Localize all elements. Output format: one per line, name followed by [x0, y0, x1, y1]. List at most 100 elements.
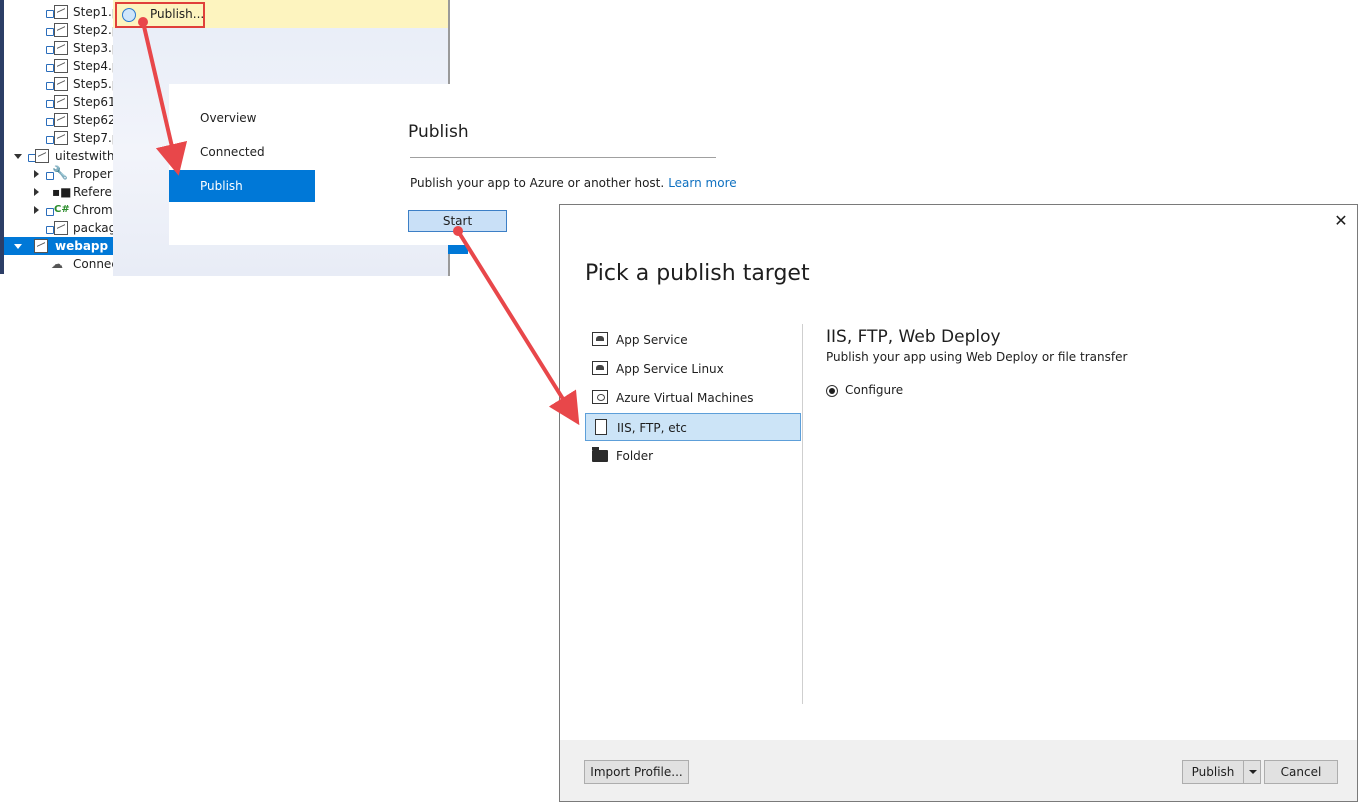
target-azure-vm[interactable]: Azure Virtual Machines	[585, 384, 801, 412]
expanded-arrow-icon[interactable]	[14, 244, 22, 249]
target-label: App Service	[616, 333, 688, 347]
tree-item-label: uitestwiths	[55, 149, 116, 163]
tree-item-step2[interactable]: Step2.p	[44, 21, 114, 39]
tree-item-step62[interactable]: Step62.p	[44, 111, 114, 129]
publish-menu-item[interactable]: Publish...	[115, 2, 205, 28]
lock-icon	[46, 226, 54, 234]
lock-icon	[46, 136, 54, 144]
tree-item-step61[interactable]: Step61.p	[44, 93, 114, 111]
tree-item-label: Step5.p	[73, 77, 114, 91]
lock-icon	[46, 64, 54, 72]
publish-target-dialog: ✕ Pick a publish target App Service App …	[559, 204, 1358, 802]
cloud-icon: ☁	[51, 257, 63, 271]
title-divider	[410, 157, 716, 158]
tree-item-label: Step3.p	[73, 41, 114, 55]
globe-icon	[122, 8, 136, 22]
tree-item-label: Referen	[73, 185, 116, 199]
project-icon	[35, 149, 49, 163]
import-profile-button[interactable]: Import Profile...	[584, 760, 689, 784]
collapsed-arrow-icon[interactable]	[34, 206, 39, 214]
learn-more-link[interactable]: Learn more	[668, 176, 736, 190]
publish-description: Publish your app to Azure or another hos…	[410, 176, 737, 190]
target-label: Folder	[616, 449, 654, 463]
target-label: Azure Virtual Machines	[616, 391, 754, 405]
tree-item-label: Step1.p	[73, 5, 114, 19]
tree-item-step7[interactable]: Step7.p	[44, 129, 114, 147]
detail-subtitle: Publish your app using Web Deploy or fil…	[826, 350, 1128, 364]
lock-icon	[46, 28, 54, 36]
tree-item-label: Step62.p	[73, 113, 114, 127]
tree-item-label: Step7.p	[73, 131, 114, 145]
start-button[interactable]: Start	[408, 210, 507, 232]
tree-item-uitest-project[interactable]: uitestwiths	[12, 147, 116, 165]
app-service-icon	[592, 332, 608, 346]
publish-description-text: Publish your app to Azure or another hos…	[410, 176, 665, 190]
collapsed-arrow-icon[interactable]	[34, 188, 39, 196]
web-project-icon	[34, 239, 48, 253]
chart-file-icon	[54, 113, 68, 127]
tree-item-label: Connec	[73, 257, 116, 271]
tree-item-label: webapp	[55, 239, 109, 253]
chart-file-icon	[54, 41, 68, 55]
tree-item-webapp[interactable]: webapp	[4, 237, 117, 255]
close-icon[interactable]: ✕	[1333, 213, 1349, 229]
target-label: App Service Linux	[616, 362, 724, 376]
virtual-machine-icon	[592, 390, 608, 404]
file-icon	[595, 419, 607, 435]
tree-item-packages[interactable]: package	[44, 219, 116, 237]
expanded-arrow-icon[interactable]	[14, 154, 22, 159]
publish-button[interactable]: Publish	[1182, 760, 1244, 784]
config-file-icon	[54, 221, 68, 235]
tree-item-references[interactable]: ▪■ Referen	[32, 183, 116, 201]
tree-item-label: package	[73, 221, 116, 235]
tree-item-properties[interactable]: 🔧 Propert	[32, 165, 116, 183]
tree-item-step4[interactable]: Step4.p	[44, 57, 114, 75]
tree-item-step1[interactable]: Step1.p	[44, 3, 114, 21]
dialog-footer: Import Profile... Publish Cancel	[560, 740, 1357, 801]
tree-item-connected-services[interactable]: ☁ Connec	[50, 255, 116, 273]
nav-connected-services[interactable]: Connected Services	[169, 136, 315, 191]
chart-file-icon	[54, 5, 68, 19]
tree-item-step5[interactable]: Step5.p	[44, 75, 114, 93]
target-folder[interactable]: Folder	[585, 442, 801, 470]
chart-file-icon	[54, 95, 68, 109]
tree-item-label: Chrome	[73, 203, 116, 217]
tree-item-label: Step61.p	[73, 95, 114, 109]
selection-strip	[448, 245, 468, 254]
cancel-button[interactable]: Cancel	[1264, 760, 1338, 784]
chart-file-icon	[54, 131, 68, 145]
target-app-service[interactable]: App Service	[585, 326, 801, 354]
nav-overview[interactable]: Overview	[169, 102, 315, 134]
target-iis-ftp[interactable]: IIS, FTP, etc	[585, 413, 801, 441]
folder-icon	[592, 447, 608, 462]
lock-icon	[46, 46, 54, 54]
configure-label[interactable]: Configure	[845, 383, 903, 397]
explorer-edge	[0, 0, 4, 274]
tree-item-label: Propert	[73, 167, 116, 181]
chart-file-icon	[54, 77, 68, 91]
tree-item-step3[interactable]: Step3.p	[44, 39, 114, 57]
lock-icon	[46, 100, 54, 108]
app-service-linux-icon	[592, 361, 608, 375]
lock-icon	[46, 82, 54, 90]
publish-page-title: Publish	[408, 122, 469, 142]
csharp-file-icon: C#	[54, 204, 70, 215]
wrench-icon: 🔧	[52, 166, 69, 181]
target-app-service-linux[interactable]: App Service Linux	[585, 355, 801, 383]
publish-dropdown-button[interactable]	[1243, 760, 1261, 784]
tree-item-label: Step4.p	[73, 59, 114, 73]
target-label: IIS, FTP, etc	[617, 421, 687, 435]
solution-explorer: Step1.p Step2.p Step3.p Step4.p Step5.p …	[0, 0, 118, 274]
lock-icon	[46, 208, 54, 216]
chart-file-icon	[54, 59, 68, 73]
tree-item-chrome[interactable]: C# Chrome	[32, 201, 116, 219]
dialog-divider	[802, 324, 803, 704]
tree-item-label: Step2.p	[73, 23, 114, 37]
references-icon: ▪■	[52, 185, 72, 199]
publish-menu-label: Publish...	[150, 7, 205, 21]
nav-publish[interactable]: Publish	[169, 170, 315, 202]
lock-icon	[46, 118, 54, 126]
configure-radio[interactable]	[826, 385, 838, 397]
collapsed-arrow-icon[interactable]	[34, 170, 39, 178]
detail-title: IIS, FTP, Web Deploy	[826, 327, 1001, 347]
